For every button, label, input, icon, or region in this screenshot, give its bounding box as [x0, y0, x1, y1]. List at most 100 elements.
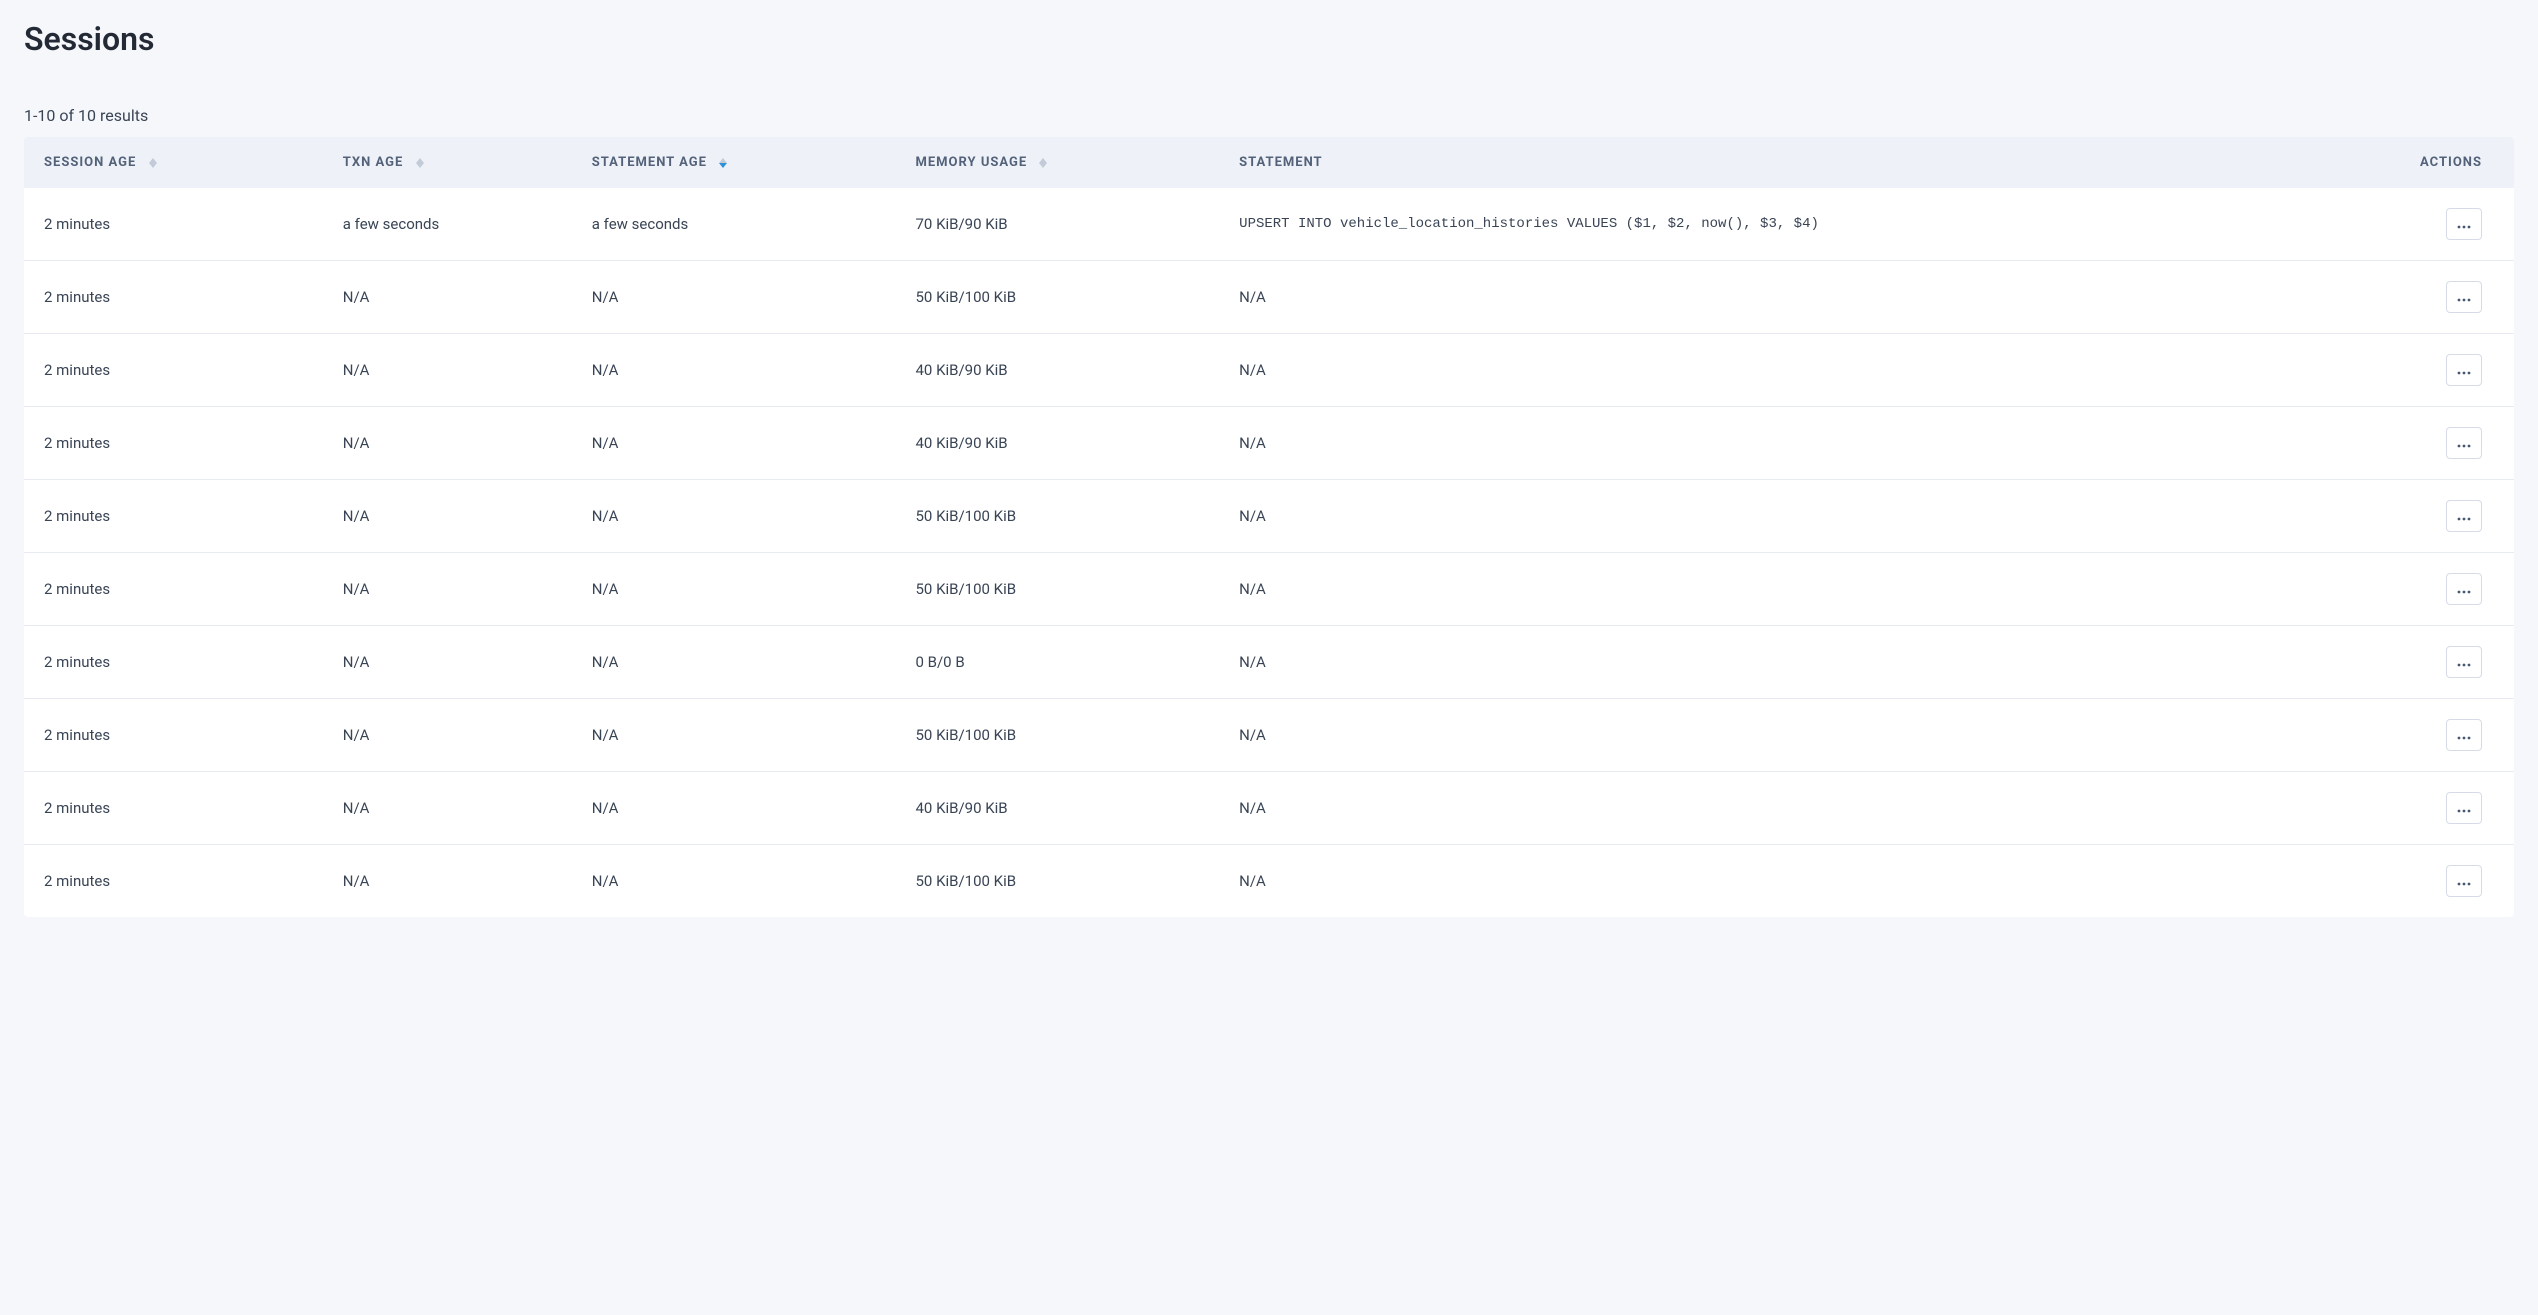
actions-cell [2400, 553, 2514, 626]
col-header-statement-age[interactable]: Statement Age [572, 137, 896, 188]
sort-icon [719, 158, 727, 168]
statement-age-cell: N/A [572, 407, 896, 480]
memory-usage-cell: 40 KiB/90 KiB [895, 772, 1219, 845]
col-header-label: Memory Usage [915, 155, 1027, 170]
col-header-label: Txn Age [343, 155, 404, 170]
txn-age-cell: N/A [323, 407, 572, 480]
page-title: Sessions [24, 20, 2514, 58]
session-age-cell: 2 minutes [24, 261, 323, 334]
memory-usage-cell: 50 KiB/100 KiB [895, 261, 1219, 334]
statement-cell: N/A [1219, 626, 2400, 699]
table-row: 2 minutesN/AN/A0 B/0 BN/A [24, 626, 2514, 699]
row-actions-button[interactable] [2446, 865, 2482, 897]
row-actions-button[interactable] [2446, 500, 2482, 532]
col-header-txn-age[interactable]: Txn Age [323, 137, 572, 188]
memory-usage-cell: 50 KiB/100 KiB [895, 553, 1219, 626]
memory-usage-cell: 40 KiB/90 KiB [895, 334, 1219, 407]
memory-usage-cell: 0 B/0 B [895, 626, 1219, 699]
txn-age-cell: N/A [323, 772, 572, 845]
table-row: 2 minutesN/AN/A50 KiB/100 KiBN/A [24, 480, 2514, 553]
statement-cell: N/A [1219, 845, 2400, 918]
session-age-cell: 2 minutes [24, 188, 323, 261]
session-age-cell: 2 minutes [24, 334, 323, 407]
actions-cell [2400, 626, 2514, 699]
statement-age-cell: N/A [572, 772, 896, 845]
sort-icon [416, 158, 424, 168]
session-age-cell: 2 minutes [24, 407, 323, 480]
table-header-row: Session Age Txn Age [24, 137, 2514, 188]
table-row: 2 minutesa few secondsa few seconds70 Ki… [24, 188, 2514, 261]
row-actions-button[interactable] [2446, 792, 2482, 824]
actions-cell [2400, 188, 2514, 261]
txn-age-cell: N/A [323, 845, 572, 918]
txn-age-cell: N/A [323, 480, 572, 553]
memory-usage-cell: 50 KiB/100 KiB [895, 699, 1219, 772]
ellipsis-icon [2457, 436, 2471, 451]
ellipsis-icon [2457, 874, 2471, 889]
col-header-label: Statement Age [592, 155, 707, 170]
statement-age-cell: N/A [572, 261, 896, 334]
memory-usage-cell: 70 KiB/90 KiB [895, 188, 1219, 261]
sessions-table: Session Age Txn Age [24, 137, 2514, 917]
statement-age-cell: N/A [572, 626, 896, 699]
row-actions-button[interactable] [2446, 281, 2482, 313]
col-header-label: Session Age [44, 155, 136, 170]
ellipsis-icon [2457, 509, 2471, 524]
table-row: 2 minutesN/AN/A50 KiB/100 KiBN/A [24, 553, 2514, 626]
actions-cell [2400, 407, 2514, 480]
session-age-cell: 2 minutes [24, 699, 323, 772]
actions-cell [2400, 699, 2514, 772]
ellipsis-icon [2457, 363, 2471, 378]
statement-age-cell: N/A [572, 553, 896, 626]
table-row: 2 minutesN/AN/A50 KiB/100 KiBN/A [24, 261, 2514, 334]
actions-cell [2400, 772, 2514, 845]
sessions-table-card: Session Age Txn Age [24, 137, 2514, 917]
row-actions-button[interactable] [2446, 646, 2482, 678]
actions-cell [2400, 334, 2514, 407]
row-actions-button[interactable] [2446, 719, 2482, 751]
table-row: 2 minutesN/AN/A40 KiB/90 KiBN/A [24, 407, 2514, 480]
actions-cell [2400, 845, 2514, 918]
statement-cell: N/A [1219, 699, 2400, 772]
table-row: 2 minutesN/AN/A50 KiB/100 KiBN/A [24, 699, 2514, 772]
sort-icon [149, 158, 157, 168]
col-header-label: Actions [2420, 155, 2482, 170]
txn-age-cell: N/A [323, 334, 572, 407]
sessions-table-body: 2 minutesa few secondsa few seconds70 Ki… [24, 188, 2514, 917]
statement-cell: N/A [1219, 480, 2400, 553]
ellipsis-icon [2457, 728, 2471, 743]
ellipsis-icon [2457, 290, 2471, 305]
ellipsis-icon [2457, 217, 2471, 232]
session-age-cell: 2 minutes [24, 772, 323, 845]
ellipsis-icon [2457, 655, 2471, 670]
col-header-memory-usage[interactable]: Memory Usage [895, 137, 1219, 188]
row-actions-button[interactable] [2446, 427, 2482, 459]
memory-usage-cell: 40 KiB/90 KiB [895, 407, 1219, 480]
col-header-statement: Statement [1219, 137, 2400, 188]
row-actions-button[interactable] [2446, 573, 2482, 605]
statement-age-cell: N/A [572, 699, 896, 772]
txn-age-cell: N/A [323, 699, 572, 772]
session-age-cell: 2 minutes [24, 480, 323, 553]
memory-usage-cell: 50 KiB/100 KiB [895, 480, 1219, 553]
table-row: 2 minutesN/AN/A40 KiB/90 KiBN/A [24, 772, 2514, 845]
row-actions-button[interactable] [2446, 208, 2482, 240]
statement-age-cell: N/A [572, 845, 896, 918]
statement-cell: UPSERT INTO vehicle_location_histories V… [1219, 188, 2400, 261]
session-age-cell: 2 minutes [24, 626, 323, 699]
actions-cell [2400, 261, 2514, 334]
row-actions-button[interactable] [2446, 354, 2482, 386]
table-row: 2 minutesN/AN/A40 KiB/90 KiBN/A [24, 334, 2514, 407]
statement-cell: N/A [1219, 553, 2400, 626]
statement-cell: N/A [1219, 334, 2400, 407]
ellipsis-icon [2457, 582, 2471, 597]
statement-cell: N/A [1219, 261, 2400, 334]
txn-age-cell: N/A [323, 261, 572, 334]
statement-cell: N/A [1219, 772, 2400, 845]
session-age-cell: 2 minutes [24, 553, 323, 626]
actions-cell [2400, 480, 2514, 553]
col-header-session-age[interactable]: Session Age [24, 137, 323, 188]
sort-icon [1039, 158, 1047, 168]
table-row: 2 minutesN/AN/A50 KiB/100 KiBN/A [24, 845, 2514, 918]
txn-age-cell: a few seconds [323, 188, 572, 261]
